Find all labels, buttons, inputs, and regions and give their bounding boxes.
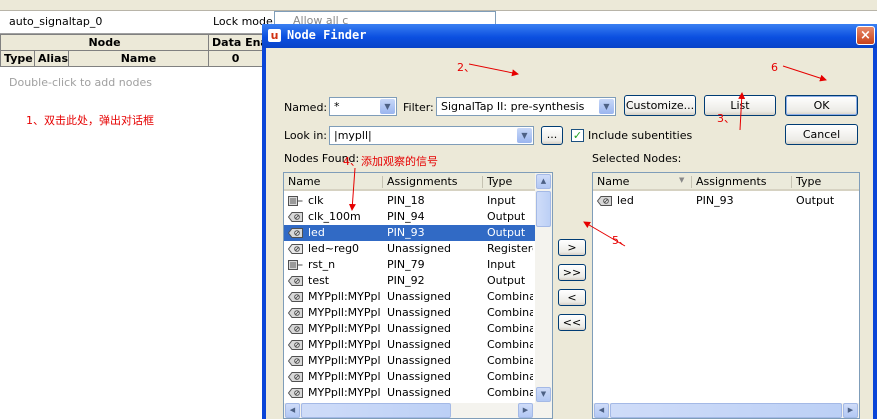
annotation-step-3: 3、: [717, 112, 735, 125]
arrow-step-4: [348, 167, 356, 211]
annotation-step-5: 5、: [612, 234, 630, 247]
annotation-arrows: [348, 63, 827, 247]
arrow-step-6: [782, 65, 827, 82]
annotation-step-2: 2、: [457, 61, 475, 74]
arrow-step-3: [738, 92, 746, 131]
arrow-step-2: [468, 63, 519, 77]
annotation-step-6: 6: [771, 61, 778, 74]
annotation-step-4: 4、添加观察的信号: [343, 155, 438, 168]
